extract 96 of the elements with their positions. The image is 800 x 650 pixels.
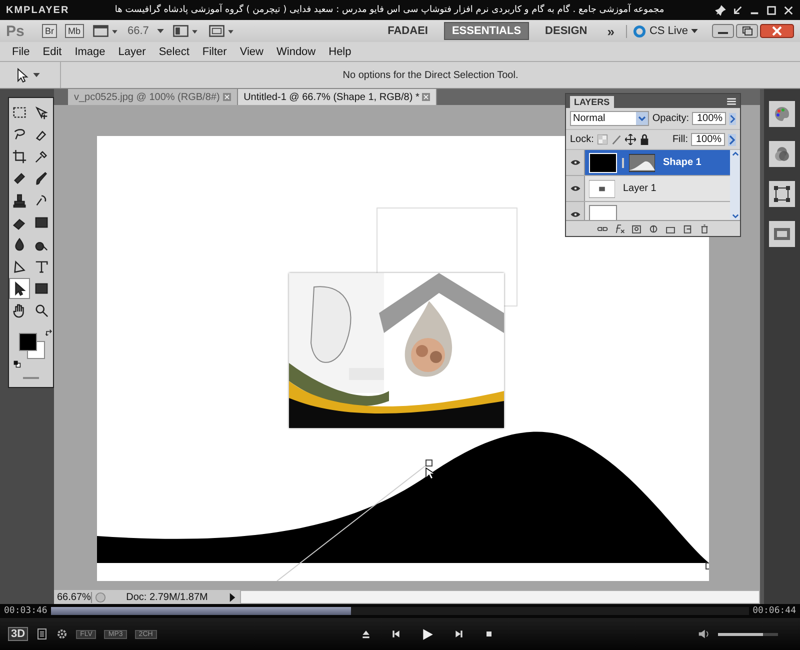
layer-thumbnail [589,152,617,172]
opacity-field[interactable]: 100% [692,112,726,125]
panel-tab[interactable]: LAYERS [570,96,614,108]
scroll-up-icon[interactable] [730,150,740,157]
mini-bridge-button[interactable]: Mb [65,24,84,38]
screen-mode-icon[interactable] [208,24,236,38]
anchor-point[interactable] [426,460,432,466]
eject-icon[interactable] [360,629,371,639]
status-menu-icon[interactable] [229,592,236,602]
eye-icon[interactable] [570,211,580,218]
scroll-down-icon[interactable] [730,213,740,220]
chevron-icon [636,112,648,125]
fx-icon[interactable] [614,224,624,234]
document-size: Doc: 2.79M/1.87M [125,592,209,602]
volume-slider[interactable] [718,632,778,636]
default-colors-icon[interactable] [13,360,21,368]
panel-menu-icon[interactable] [727,98,736,105]
menu-item[interactable]: View [234,46,270,58]
maximize-icon[interactable] [766,4,777,16]
zoom-field[interactable]: 66.67% [54,592,92,602]
swap-colors-icon[interactable] [45,329,53,337]
elapsed-time: 00:03:46 [4,606,48,616]
scrollbar[interactable] [240,590,760,604]
more-workspaces-button[interactable]: » [603,24,618,38]
menu-item[interactable]: Edit [36,46,69,58]
layer-name: Shape 1 [663,157,702,168]
menu-item[interactable]: Filter [196,46,234,58]
eye-icon[interactable] [570,185,580,192]
layer-thumbnail [589,180,615,198]
fill-label: Fill: [672,134,688,145]
layer-name: Layer 1 [623,183,656,194]
playlist-icon[interactable] [36,628,48,640]
opacity-label: Opacity: [652,113,689,124]
zoom-level-field[interactable]: 66.7 [128,25,149,37]
caret-icon [33,72,40,78]
pointer-icon[interactable] [9,278,30,299]
transform-icon[interactable] [769,181,795,207]
arrow-icon[interactable] [728,134,736,146]
blend-mode-dropdown[interactable]: Normal [570,111,650,126]
caret-icon [156,28,164,34]
scrollbar[interactable] [730,150,740,220]
video-title: مجموعه آموزشی جامع . گام به گام و کاربردی نرم افزار فتوشاپ سی اس فایو مدرس : سعید فدایی ( تیچرمن ) گروه آموزشی پادشاه گرافیست ها [114,5,666,15]
menu-item[interactable]: Window [270,46,323,58]
settings-icon[interactable] [56,628,68,640]
layer-thumbnail [589,204,617,220]
circles-icon[interactable] [769,141,795,167]
trash-icon[interactable] [698,224,710,234]
fill-field[interactable]: 100% [691,133,725,146]
menu-item[interactable]: Select [152,46,196,58]
caret-icon [691,28,698,34]
3d-button[interactable]: 3D [8,627,28,641]
vector-mask-thumbnail [629,154,655,172]
menu-item[interactable]: Layer [112,46,153,58]
view-extras-icon[interactable] [92,24,120,38]
document-tab[interactable]: v_pc0525.jpg @ 100% (RGB/8#) [68,89,238,105]
menu-item[interactable]: Help [322,46,358,58]
cursor-icon [426,467,436,480]
arrange-documents-icon[interactable] [172,24,200,38]
workspace-button[interactable]: DESIGN [537,22,596,40]
mini-bridge-icon[interactable] [769,221,795,247]
shrink-icon[interactable] [732,4,743,16]
options-message: No options for the Direct Selection Tool. [342,70,520,80]
volume-icon[interactable] [698,628,710,640]
layer-row[interactable]: Shape 1 [566,150,730,176]
document-tab[interactable]: Untitled-1 @ 66.7% (Shape 1, RGB/8) * [238,89,438,105]
app-logo: Ps [6,22,26,40]
next-icon[interactable] [454,629,464,639]
stop-icon[interactable] [484,629,494,639]
color-swatches[interactable] [19,333,45,359]
restore-icon[interactable] [736,24,758,38]
mask-icon[interactable] [630,224,642,234]
cs-live-button[interactable]: CS Live [626,24,704,38]
pin-icon[interactable] [715,4,726,16]
player-logo: KMPLAYER [6,4,70,16]
menu-item[interactable]: File [6,46,37,58]
adjustment-icon[interactable] [648,224,658,234]
menu-item[interactable]: Image [68,46,112,58]
bridge-button[interactable]: Br [42,24,57,38]
move-icon[interactable] [624,134,636,145]
close-icon[interactable] [760,24,794,38]
cs-live-icon [633,24,646,38]
lock-label: Lock: [570,134,594,145]
workspace-button[interactable]: FADAEI [380,22,436,40]
play-icon[interactable] [420,628,434,640]
new-layer-icon[interactable] [682,224,692,234]
seek-bar[interactable] [51,607,749,615]
eye-icon[interactable] [570,159,580,166]
total-time: 00:06:44 [752,606,796,616]
workspace-button[interactable]: ESSENTIALS [444,22,530,40]
minimize-icon[interactable] [712,24,734,38]
anchor-point[interactable] [706,562,709,570]
previous-icon[interactable] [390,629,401,639]
layer-row[interactable]: Layer 1 [566,176,730,202]
palette-icon[interactable] [769,101,795,127]
arrow-icon[interactable] [729,112,736,124]
lock-icon[interactable] [638,134,650,145]
